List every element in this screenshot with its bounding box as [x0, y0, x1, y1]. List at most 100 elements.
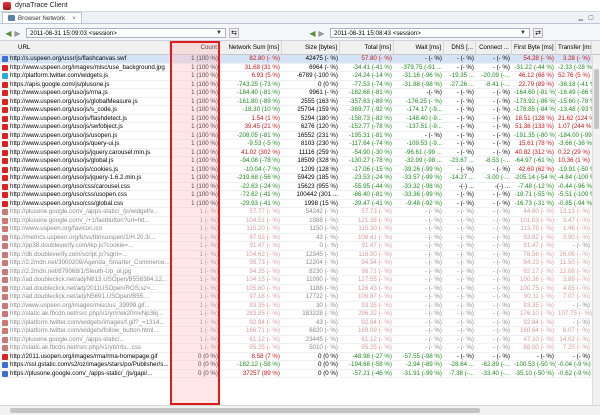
title-bar: dynaTrace Client — [0, 0, 600, 12]
table-row[interactable]: https://apis.google.com/js/plusone.js 1 (… — [0, 80, 592, 89]
table-row[interactable]: http://platform.twitter.com/widgets/foll… — [0, 327, 592, 336]
tab-browser-network[interactable]: Browser Network × — [2, 12, 82, 23]
fb-cell: 47.10 (- %) — [523, 335, 554, 343]
tr-cell: - (- %) — [572, 318, 590, 326]
table-row[interactable]: https://plusone.google.com/_/apps-static… — [0, 370, 592, 378]
table-row[interactable]: http://platform.twitter.com/widgets/imag… — [0, 318, 592, 327]
back-arrow-icon[interactable]: ◀ — [4, 29, 13, 38]
table-row[interactable]: http://2.2mdn.net/879068/1/Sleuth-Up_ol.… — [0, 268, 592, 276]
wait-cell: -57.55 (-98 %) — [402, 352, 442, 360]
table-row[interactable]: http://static.ak.fbcdn.net/rsrc.php/v1/y… — [0, 344, 592, 353]
table-row[interactable]: http://ad.doubleclick.net/adj/N5691.USOp… — [0, 293, 592, 302]
table-row[interactable]: http://www.uspeen.org/uso/js/cookies.js 1… — [0, 165, 592, 174]
minimize-view-icon[interactable]: ▁ — [578, 14, 583, 21]
column-header-size[interactable]: Size [bytes] — [282, 41, 340, 55]
fb-cell: 44.60 (- %) — [523, 208, 554, 215]
column-header-first-byte[interactable]: First Byte [ms] — [512, 41, 556, 55]
total-cell: -194.68 (-58 %) — [349, 361, 392, 368]
swap-button[interactable]: ⇄ — [533, 28, 543, 38]
column-header-wait[interactable]: Wait [ms] — [394, 41, 444, 55]
table-row[interactable]: http://www.uspeen.org/uso/js/s_code.js 1 … — [0, 106, 592, 115]
dns-cell: - (- %) — [456, 242, 474, 249]
wait-cell: - (- %) — [424, 335, 442, 343]
dns-cell: -14.27 ... — [449, 174, 474, 181]
table-row[interactable]: http://www.uspeen.org/images/misc/use_ba… — [0, 64, 592, 72]
size-cell: 30 (- %) — [315, 301, 338, 309]
table-row[interactable]: http://www.uspeen.org/uso/js/jquery-1.6.… — [0, 174, 592, 183]
url-cell: http://metrics.uspeen.org/b/ss/tbmuuspen… — [0, 234, 170, 243]
horizontal-scrollbar[interactable] — [0, 405, 600, 415]
count-cell: 1 (100 %) — [191, 80, 218, 88]
forward-arrow-icon[interactable]: ▶ — [13, 29, 22, 38]
back-arrow-icon[interactable]: ◀ — [308, 29, 317, 38]
column-header-network-sum[interactable]: Network Sum [ms] — [220, 41, 282, 55]
column-header-connect[interactable]: Connect ... — [476, 41, 512, 55]
scrollbar-thumb[interactable] — [10, 408, 480, 413]
total-cell: -55.95 (-44 %) — [352, 182, 392, 190]
left-session-select[interactable]: 2011-08-31 15:09:03 <session> ▼ — [26, 28, 226, 38]
table-row[interactable]: http://www.uspeen.org/favicon.ico 1 (- %)… — [0, 225, 592, 234]
table-row[interactable]: http://pp38.doubleverify.com/ikp.js?cook… — [0, 242, 592, 251]
url-cell: http://www.uspeen.org/uso/css/carousel.c… — [0, 183, 170, 192]
table-row[interactable]: http://www.uspeen.org/uso/js/global.js 1 … — [0, 157, 592, 166]
page-icon — [2, 370, 8, 377]
url-text: http://static.ak.fbcdn.net/rsrc.php/v1/y… — [10, 344, 142, 351]
table-row[interactable]: http://db.doubleverify.com/script.js?sgn… — [0, 251, 592, 259]
fb-cell: -164.60 (-81 %) — [514, 89, 556, 96]
column-header-transfer[interactable]: Transfer [ms] — [556, 41, 592, 55]
scrollbar-thumb[interactable] — [594, 69, 599, 129]
page-icon — [2, 124, 8, 131]
column-header-dns[interactable]: DNS [... — [444, 41, 476, 55]
table-row[interactable]: http://www.uspeen.org/uso/js/query-ui.js… — [0, 140, 592, 149]
net-cell: 104.15 (- %) — [245, 276, 280, 283]
table-row[interactable]: http://ad.doubleclick.net/adj/N813.USOpe… — [0, 276, 592, 285]
table-row[interactable]: http://www.uspeen.org/uso/js/globalMeasu… — [0, 98, 592, 106]
table-row[interactable]: http://platform.twitter.com/widgets.js 1 … — [0, 72, 592, 81]
table-row[interactable]: http://2.2mdn.net/3000209/Agenda_Smarter… — [0, 259, 592, 268]
page-icon — [2, 285, 8, 292]
table-row[interactable]: http://s.uspeen.org/ussr/js/flashcanvas.… — [0, 55, 592, 64]
column-header-url[interactable]: URL — [0, 41, 170, 55]
table-row[interactable]: http://www.uspeen.org/uso/js/swfobject.j… — [0, 123, 592, 132]
table-row[interactable]: http://plusone.google.com/_/apps-static/… — [0, 208, 592, 217]
table-row[interactable]: https://ssl.gstatic.com/s2/oz/images/sta… — [0, 361, 592, 370]
table-row[interactable]: http://ad.doubleclick.net/adj/2011USOpen… — [0, 285, 592, 294]
right-session-select[interactable]: 2011-08-31 15:08:43 <session> ▼ — [330, 28, 530, 38]
table-row[interactable]: http://www.uspeen.org/uso/css/carousel.c… — [0, 182, 592, 192]
table-row[interactable]: http://static.ak.fbcdn.net/rsrc.php/v1/y… — [0, 310, 592, 319]
table-row[interactable]: http://metrics.uspeen.org/b/ss/tbmuuspen… — [0, 234, 592, 243]
table-row[interactable]: http://plusone.google.com/_/+1/fastbutto… — [0, 217, 592, 225]
vertical-scrollbar[interactable] — [592, 55, 600, 405]
page-icon — [2, 141, 8, 148]
wait-cell: -33.36 (-99 %) — [402, 191, 442, 198]
table-row[interactable]: http://plusone.google.com/_/apps-static/… — [0, 335, 592, 344]
table-row[interactable]: http://www.uspeen.org/uso/js/jquery.caro… — [0, 149, 592, 157]
table-row[interactable]: http://www.uspeen.org/uso/js/rma.js 1 (10… — [0, 89, 592, 98]
url-text: http://plusone.google.com/_/apps-static/… — [10, 335, 125, 343]
total-cell: -182.68 (-81 %) — [349, 89, 392, 96]
table-row[interactable]: http://www.uspeen.org/uso/css/global.css… — [0, 200, 592, 208]
conn-cell: - (- %) — [492, 293, 510, 300]
forward-arrow-icon[interactable]: ▶ — [317, 29, 326, 38]
dns-cell: - (- %) — [456, 165, 474, 173]
fb-cell: 18.51 (128 %) — [515, 114, 554, 122]
left-session-value: 2011-08-31 15:09:03 <session> — [30, 29, 117, 37]
table-row[interactable]: http://www.uspeen.org/uso/css/usopen.css… — [0, 191, 592, 200]
column-header-count[interactable]: Count — [170, 41, 220, 55]
table-row[interactable]: http://www.uspeen.org/uso/js/flashdetect… — [0, 114, 592, 123]
conn-cell: - (- %) — [492, 165, 510, 173]
dns-cell: - (- %) — [456, 318, 474, 326]
compare-button[interactable]: ⇆ — [229, 28, 239, 38]
table-row[interactable]: http://www.uspeen.org/images/misc/us_399… — [0, 301, 592, 310]
fb-cell: 176.10 (- %) — [519, 310, 554, 317]
size-cell: 43 (- %) — [315, 318, 338, 326]
table-row[interactable]: http://2011.usopen.org/images/rma/rma-ho… — [0, 352, 592, 361]
table-row[interactable]: http://www.uspeen.org/uso/js/usopen.js 1 … — [0, 132, 592, 140]
column-header-total[interactable]: Total [ms] — [340, 41, 394, 55]
fb-cell: 22.79 (89 %) — [518, 80, 554, 88]
url-text: http://plusone.google.com/_/apps-static/… — [10, 208, 159, 215]
fb-cell: -205.14 (-54 %) — [514, 174, 556, 181]
close-icon[interactable]: × — [72, 15, 76, 22]
maximize-view-icon[interactable]: ▢ — [588, 14, 594, 21]
url-cell: http://ad.doubleclick.net/adj/2011USOpen… — [0, 285, 170, 294]
